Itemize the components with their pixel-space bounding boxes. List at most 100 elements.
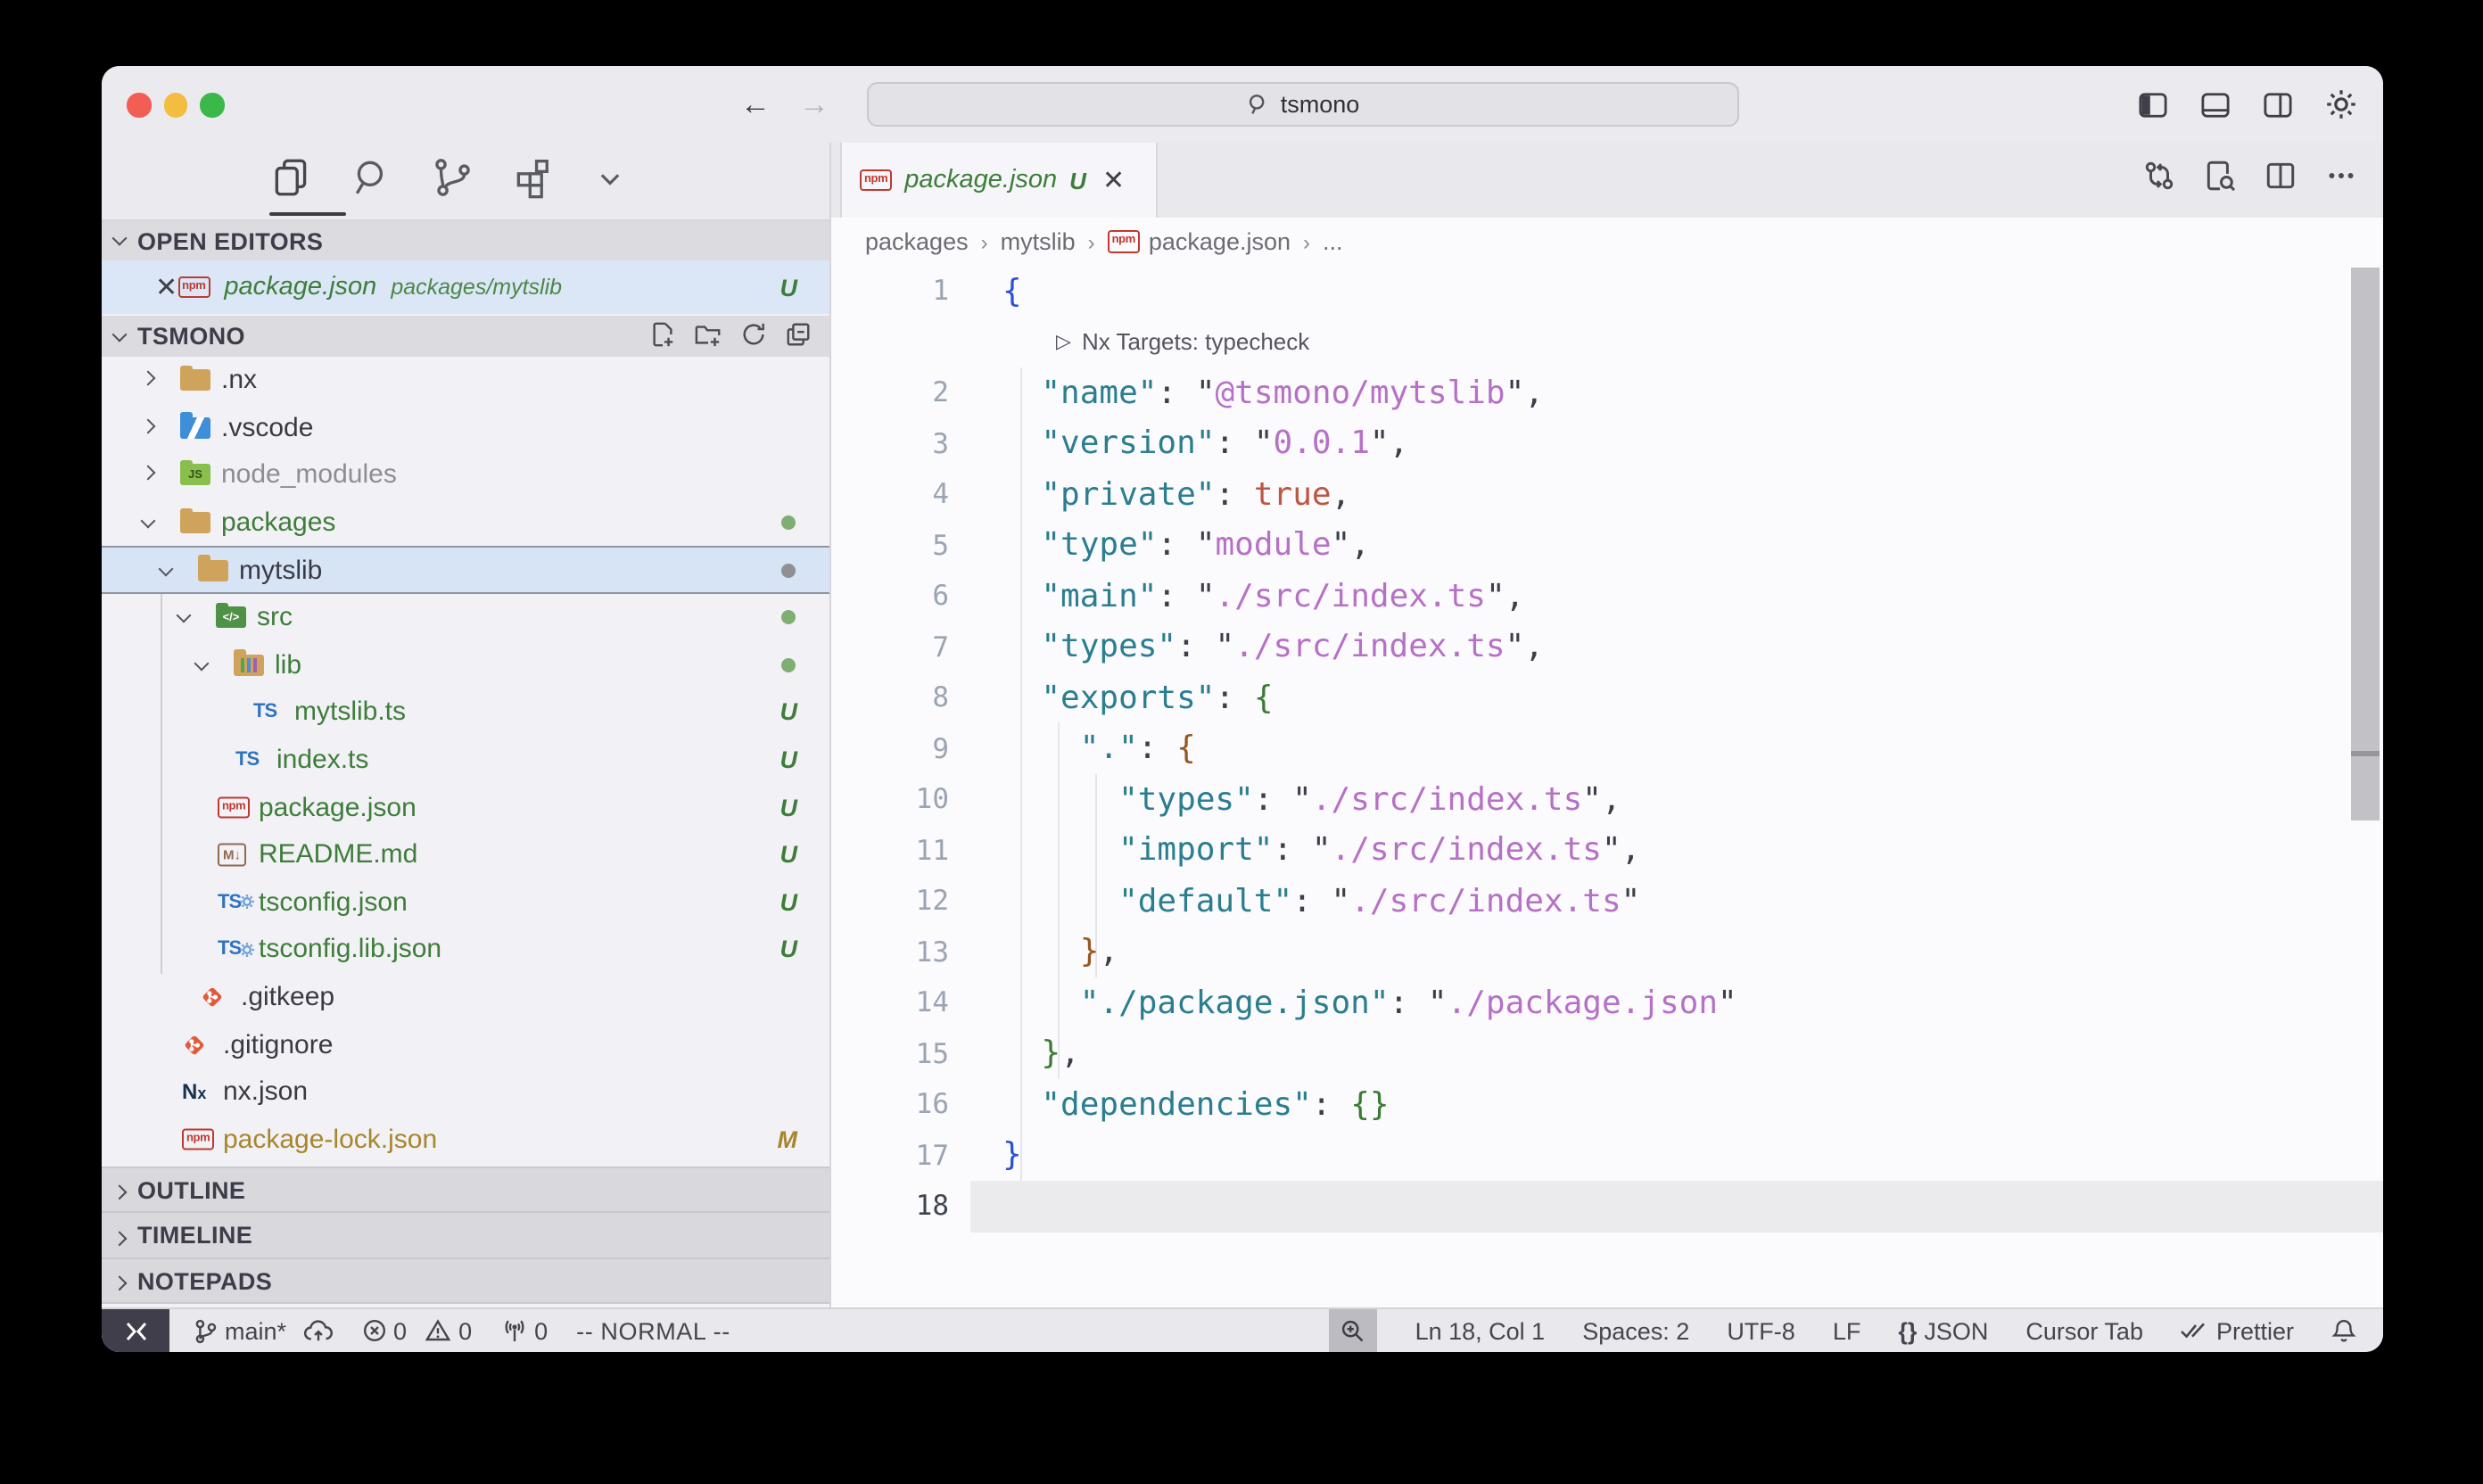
zoom-indicator[interactable]	[1330, 1308, 1378, 1352]
formatter-item[interactable]: Prettier	[2181, 1317, 2294, 1344]
code-line-10[interactable]: 10 "types": "./src/index.ts",	[831, 774, 2383, 825]
code-line-9[interactable]: 9 ".": {	[831, 723, 2383, 774]
breadcrumb: packages›mytslib›npmpackage.json›...	[831, 218, 2383, 266]
tree-item--gitkeep[interactable]: .gitkeep	[102, 973, 829, 1020]
tree-item-index-ts[interactable]: TSindex.tsU	[102, 737, 829, 784]
code-line-3[interactable]: 3 "version": "0.0.1",	[831, 418, 2383, 469]
codelens-row: ▷Nx Targets: typecheck	[831, 317, 2383, 367]
breadcrumb-item[interactable]: mytslib	[1001, 228, 1076, 255]
navigate-forward-icon[interactable]: →	[799, 89, 829, 120]
command-center-search[interactable]: tsmono	[867, 82, 1739, 127]
tab-package-json[interactable]: npm package.json U ✕	[840, 143, 1158, 218]
tree-item-node-modules[interactable]: JSnode_modules	[102, 451, 829, 499]
code-line-16[interactable]: 16 "dependencies": {}	[831, 1079, 2383, 1130]
open-changes-icon[interactable]	[2142, 159, 2176, 202]
tree-item-packages[interactable]: packages	[102, 499, 829, 547]
open-editors-header[interactable]: OPEN EDITORS	[102, 221, 829, 260]
eol-setting[interactable]: LF	[1833, 1317, 1861, 1344]
codelens-nx-targets[interactable]: ▷Nx Targets: typecheck	[1056, 329, 1309, 356]
split-editor-icon[interactable]	[2264, 159, 2297, 202]
code-line-12[interactable]: 12 "default": "./src/index.ts"	[831, 876, 2383, 927]
breadcrumb-item[interactable]: packages	[865, 228, 969, 255]
tree-item-src[interactable]: </>src	[102, 594, 829, 641]
code-line-4[interactable]: 4 "private": true,	[831, 469, 2383, 520]
minimize-window-button[interactable]	[163, 93, 187, 117]
code-text: "types": "./src/index.ts",	[1002, 629, 1544, 666]
breadcrumb-item[interactable]: npmpackage.json	[1108, 228, 1291, 255]
search-panel-icon[interactable]	[350, 155, 394, 209]
editor-scrollbar[interactable]	[2351, 268, 2380, 820]
toggle-secondary-sidebar-icon[interactable]	[2262, 90, 2294, 119]
more-actions-icon[interactable]	[2324, 159, 2358, 202]
tree-item-tsconfig-json[interactable]: TStsconfig.jsonU	[102, 878, 829, 926]
problems-item[interactable]: 0 0	[361, 1317, 472, 1344]
timeline-header[interactable]: TIMELINE	[102, 1211, 829, 1257]
close-window-button[interactable]	[127, 93, 151, 117]
tree-item-mytslib-ts[interactable]: TSmytslib.tsU	[102, 688, 829, 736]
code-line-5[interactable]: 5 "type": "module",	[831, 520, 2383, 571]
tree-item-mytslib[interactable]: mytslib	[102, 547, 829, 594]
folder-vscode-icon	[180, 417, 210, 439]
sync-cloud-icon[interactable]	[302, 1318, 333, 1343]
collapse-all-icon[interactable]	[785, 320, 812, 352]
cursor-tab-toggle[interactable]: Cursor Tab	[2025, 1317, 2143, 1344]
code-line-11[interactable]: 11 "import": "./src/index.ts",	[831, 825, 2383, 876]
code-line-2[interactable]: 2 "name": "@tsmono/mytslib",	[831, 367, 2383, 418]
open-editor-item[interactable]: ✕ npm package.json packages/mytslib U	[102, 260, 829, 314]
tree-item-readme-md[interactable]: M↓README.mdU	[102, 831, 829, 878]
code-editor[interactable]: 1{ ▷Nx Targets: typecheck 2 "name": "@tsmo…	[831, 266, 2383, 1307]
code-line-14[interactable]: 14 "./package.json": "./package.json"	[831, 977, 2383, 1028]
tree-item-tsconfig-lib-json[interactable]: TStsconfig.lib.jsonU	[102, 926, 829, 973]
cursor-position[interactable]: Ln 18, Col 1	[1415, 1317, 1546, 1344]
tree-item-package-json[interactable]: npmpackage.jsonU	[102, 784, 829, 831]
remote-indicator[interactable]	[102, 1308, 169, 1352]
new-folder-icon[interactable]	[694, 320, 722, 352]
new-file-icon[interactable]	[649, 320, 676, 352]
navigate-back-icon[interactable]: ←	[740, 89, 771, 120]
branch-name: main*	[225, 1317, 286, 1344]
code-text: },	[1002, 1035, 1080, 1073]
chevron-down-icon	[194, 655, 210, 671]
code-line-15[interactable]: 15 },	[831, 1028, 2383, 1079]
source-control-icon[interactable]	[430, 155, 474, 209]
code-text: "default": "./src/index.ts"	[1002, 883, 1640, 920]
tree-item--nx[interactable]: .nx	[102, 357, 829, 404]
ports-item[interactable]: 0	[500, 1317, 548, 1344]
notifications-bell-icon[interactable]	[2331, 1317, 2356, 1344]
outline-header[interactable]: OUTLINE	[102, 1167, 829, 1211]
code-line-6[interactable]: 6 "main": "./src/index.ts",	[831, 571, 2383, 622]
tree-item--gitignore[interactable]: .gitignore	[102, 1021, 829, 1068]
code-line-18[interactable]: 18	[831, 1181, 2383, 1232]
tree-item-lib[interactable]: lib	[102, 641, 829, 688]
close-tab-icon[interactable]: ✕	[1102, 164, 1125, 196]
zoom-window-button[interactable]	[200, 93, 224, 117]
toggle-primary-sidebar-icon[interactable]	[2137, 90, 2169, 119]
tree-item-package-lock-json[interactable]: npmpackage-lock.jsonM	[102, 1116, 829, 1163]
extensions-icon[interactable]	[510, 155, 555, 209]
chevron-down-icon[interactable]	[590, 158, 630, 206]
explorer-icon[interactable]	[269, 155, 314, 209]
git-change-dot	[781, 563, 796, 577]
breadcrumb-item[interactable]: ...	[1323, 228, 1343, 255]
notepads-header[interactable]: NOTEPADS	[102, 1257, 829, 1304]
git-branch-item[interactable]: main*	[193, 1317, 333, 1344]
code-line-7[interactable]: 7 "types": "./src/index.ts",	[831, 622, 2383, 672]
tree-item-nx-json[interactable]: Nxnx.json	[102, 1068, 829, 1116]
toggle-panel-icon[interactable]	[2199, 90, 2231, 119]
indentation-setting[interactable]: Spaces: 2	[1582, 1317, 1689, 1344]
code-line-1[interactable]: 1{	[831, 266, 2383, 317]
code-line-17[interactable]: 17}	[831, 1130, 2383, 1181]
refresh-icon[interactable]	[740, 320, 767, 352]
settings-gear-icon[interactable]	[2324, 87, 2358, 121]
radio-tower-icon	[500, 1318, 527, 1343]
breadcrumb-separator: ›	[1088, 229, 1095, 254]
close-editor-icon[interactable]: ✕	[155, 271, 177, 303]
search-editor-icon[interactable]	[2203, 159, 2237, 202]
code-line-8[interactable]: 8 "exports": {	[831, 672, 2383, 723]
workspace-header[interactable]: TSMONO	[102, 316, 829, 357]
language-mode[interactable]: {} JSON	[1898, 1317, 1988, 1344]
code-line-13[interactable]: 13 },	[831, 927, 2383, 977]
tree-item--vscode[interactable]: .vscode	[102, 404, 829, 451]
encoding-setting[interactable]: UTF-8	[1727, 1317, 1795, 1344]
line-number: 7	[831, 631, 949, 664]
